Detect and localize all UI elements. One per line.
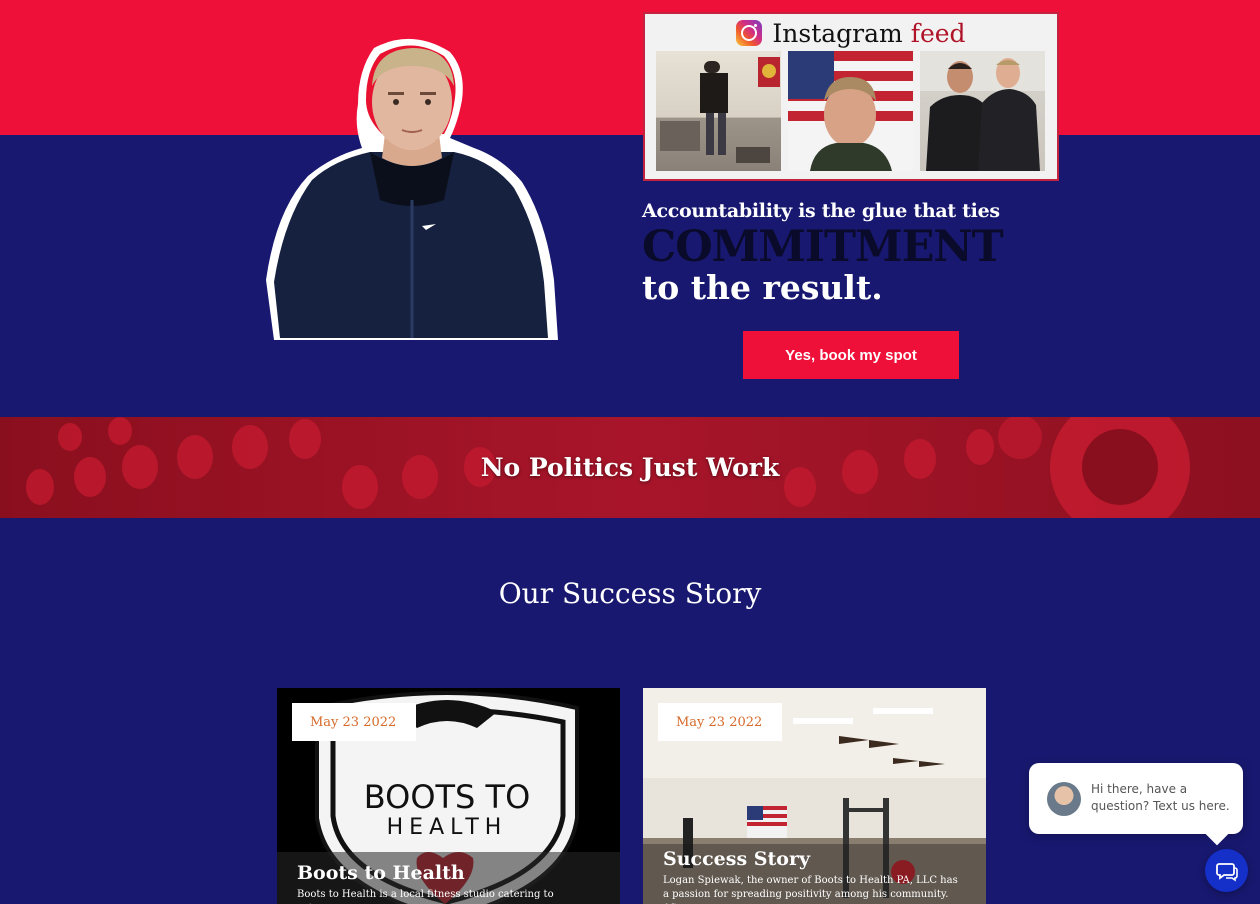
coach-portrait (262, 30, 562, 342)
card-date-2: May 23 2022 (658, 703, 782, 741)
chat-launcher-button[interactable] (1205, 849, 1248, 892)
blog-card-boots-to-health[interactable]: BOOTS TO HEALTH May 23 2022 Boots to Hea… (277, 688, 620, 904)
chat-icon (1215, 862, 1238, 881)
instagram-icon (736, 20, 763, 46)
card-excerpt-1: Boots to Health is a local fitness studi… (297, 889, 554, 904)
hero-tagline: Accountability is the glue that ties COM… (642, 200, 1062, 306)
instagram-photo-2[interactable] (788, 51, 913, 171)
instagram-feed-title: Instagram feed (772, 19, 965, 48)
card-date-1: May 23 2022 (292, 703, 416, 741)
tagline-line-3: to the result. (642, 268, 883, 307)
no-politics-banner: No Politics Just Work (0, 417, 1260, 518)
instagram-photo-3[interactable] (920, 51, 1045, 171)
hero-section: Instagram feed Accountability is the glu… (0, 0, 1260, 417)
tagline-line-1: Accountability is the glue that ties (642, 200, 1000, 222)
card-overlay-2: Success Story Logan Spiewak, the owner o… (643, 844, 986, 904)
instagram-feed-widget: Instagram feed (643, 12, 1059, 181)
blog-card-success-story[interactable]: May 23 2022 Success Story Logan Spiewak,… (643, 688, 986, 904)
logo-text-line-2: HEALTH (387, 815, 508, 840)
card-excerpt-2: Logan Spiewak, the owner of Boots to Hea… (663, 875, 958, 904)
banner-heading: No Politics Just Work (480, 453, 780, 482)
card-title-2[interactable]: Success Story (663, 848, 966, 870)
instagram-feed-header: Instagram feed (645, 16, 1057, 50)
agent-avatar (1047, 782, 1081, 816)
tagline-commitment: COMMITMENT (642, 222, 1004, 272)
hero-red-band (0, 0, 1260, 135)
book-spot-button[interactable]: Yes, book my spot (743, 331, 959, 379)
chat-prompt-bubble[interactable]: Hi there, have a question? Text us here. (1029, 763, 1243, 834)
card-title-1[interactable]: Boots to Health (297, 862, 600, 884)
instagram-photo-grid (656, 51, 1045, 171)
instagram-photo-1[interactable] (656, 51, 781, 171)
logo-text-line-1: BOOTS TO (364, 778, 531, 816)
chat-prompt-text: Hi there, have a question? Text us here. (1091, 782, 1230, 813)
card-overlay-1: Boots to Health Boots to Health is a loc… (277, 852, 620, 904)
instagram-title-main: Instagram (772, 18, 903, 48)
instagram-title-accent: feed (910, 18, 966, 48)
success-story-heading: Our Success Story (498, 577, 762, 610)
